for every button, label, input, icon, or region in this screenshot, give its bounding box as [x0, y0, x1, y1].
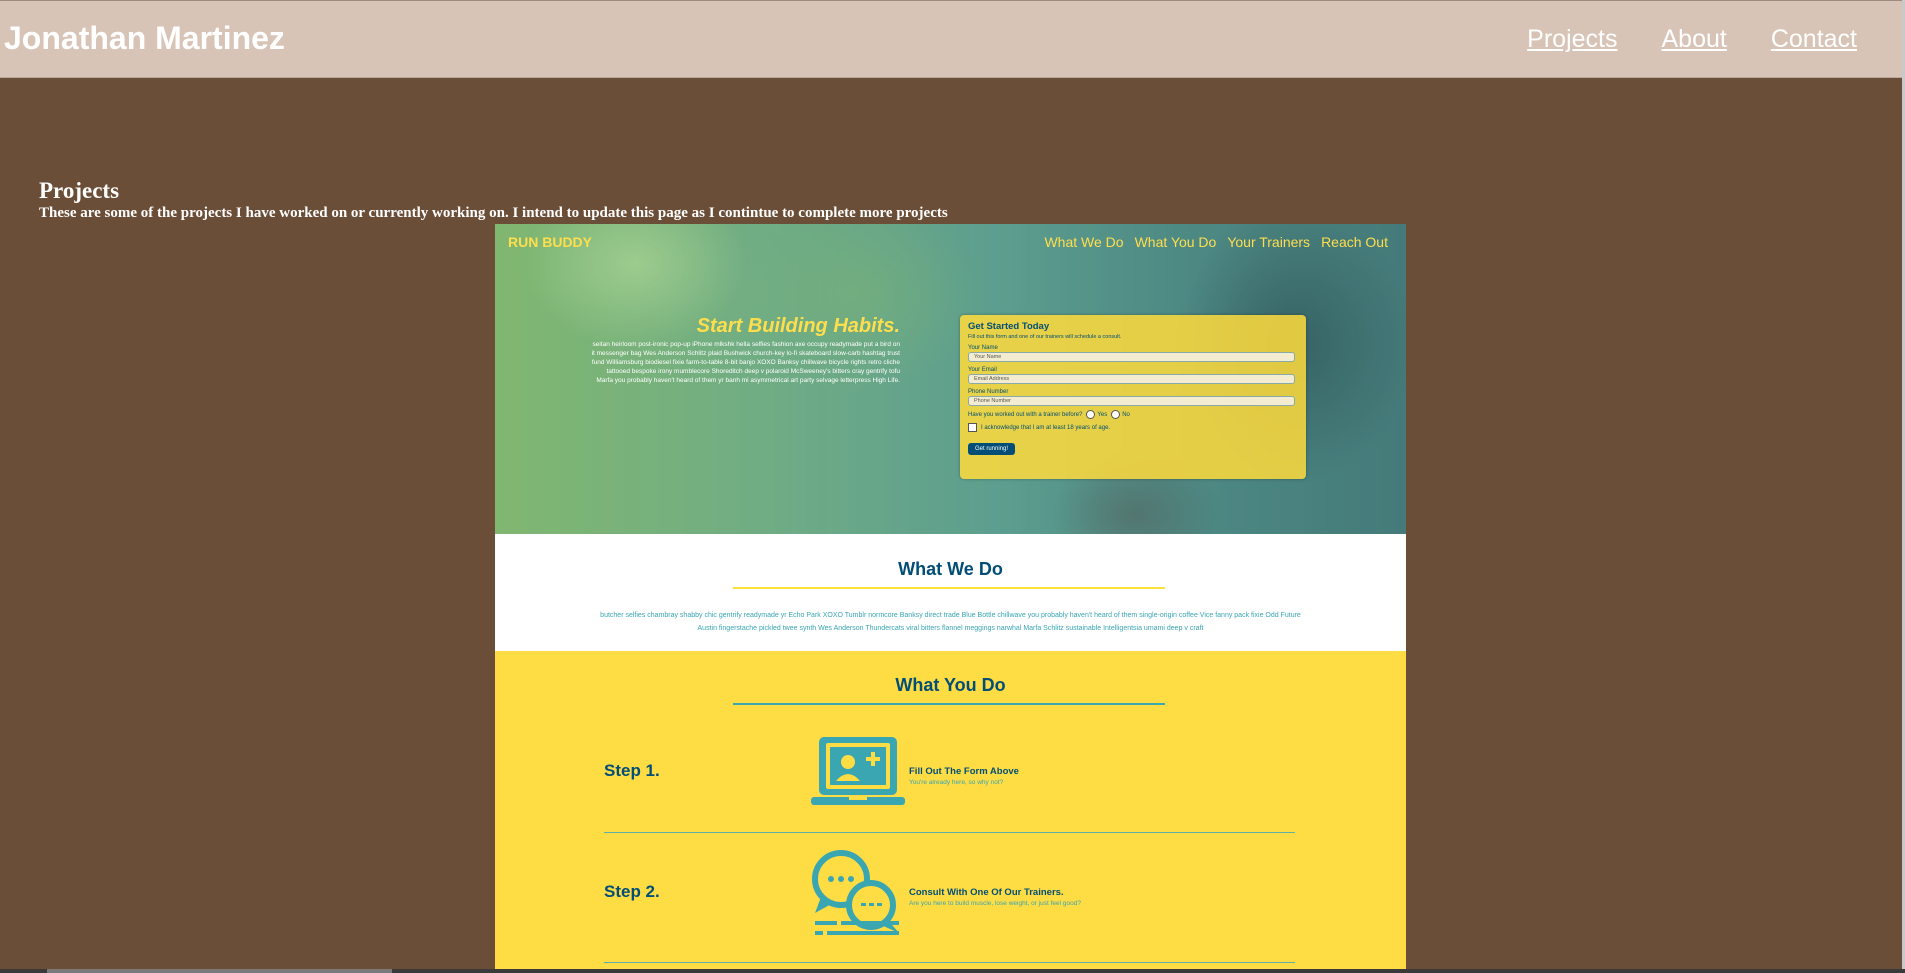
site-header: Jonathan Martinez Projects About Contact	[0, 0, 1905, 78]
age-checkbox	[968, 423, 977, 432]
get-running-button: Get running!	[968, 443, 1016, 455]
run-buddy-nav-item: What You Do	[1134, 234, 1217, 250]
phone-field: Phone Number	[968, 396, 1295, 406]
run-buddy-brand: RUN BUDDY	[508, 234, 592, 250]
phone-label: Phone Number	[968, 389, 1009, 395]
name-label: Your Name	[968, 345, 998, 351]
radio-yes	[1086, 410, 1096, 419]
what-we-do-title: What We Do	[898, 559, 1003, 579]
nav-link-contact[interactable]: Contact	[1771, 25, 1857, 54]
step-1-title: Fill Out The Form Above	[909, 766, 1019, 777]
email-field: Email Address	[968, 374, 1295, 384]
what-we-do-underline	[733, 587, 1165, 589]
horizontal-scrollbar-thumb[interactable]	[47, 969, 392, 973]
step-1-label: Step 1.	[604, 761, 660, 780]
site-nav: Projects About Contact	[1483, 25, 1857, 54]
step-2-title: Consult With One Of Our Trainers.	[909, 887, 1064, 898]
step-2-label: Step 2.	[604, 882, 660, 901]
run-buddy-nav-item: Your Trainers	[1227, 234, 1311, 250]
projects-description: These are some of the projects I have wo…	[39, 205, 948, 221]
project-screenshot-run-buddy[interactable]: RUN BUDDY What We Do What You Do Your Tr…	[495, 224, 1406, 970]
age-ack-label: I acknowledge that I am at least 18 year…	[981, 424, 1111, 431]
step-2-subtitle: Are you here to build muscle, lose weigh…	[909, 900, 1081, 907]
trainer-question: Have you worked out with a trainer befor…	[968, 411, 1083, 418]
what-you-do-section: What You Do Step 1. Fill Out The Form Ab…	[495, 651, 1406, 970]
age-ack-row: I acknowledge that I am at least 18 year…	[968, 423, 1298, 432]
run-buddy-nav-item: What We Do	[1044, 234, 1124, 250]
run-buddy-nav: What We Do What You Do Your Trainers Rea…	[1033, 234, 1388, 250]
run-buddy-hero: RUN BUDDY What We Do What You Do Your Tr…	[495, 224, 1406, 534]
trainer-question-row: Have you worked out with a trainer befor…	[968, 410, 1298, 419]
email-label: Your Email	[968, 367, 997, 373]
nav-link-about[interactable]: About	[1661, 25, 1726, 54]
run-buddy-headline: Start Building Habits.	[696, 315, 900, 337]
what-we-do-section: What We Do butcher selfies chambray shab…	[495, 534, 1406, 651]
step-divider	[604, 962, 1295, 963]
what-we-do-text: butcher selfies chambray shabby chic gen…	[600, 612, 1301, 632]
form-subtitle: Fill out this form and one of our traine…	[968, 334, 1122, 340]
nav-link-projects[interactable]: Projects	[1527, 25, 1617, 54]
step-divider	[604, 832, 1295, 833]
laptop-add-user-icon	[811, 737, 905, 805]
name-field: Your Name	[968, 352, 1295, 362]
what-you-do-title: What You Do	[895, 675, 1006, 695]
form-title: Get Started Today	[968, 321, 1050, 332]
step-1-subtitle: You're already here, so why not?	[909, 779, 1004, 786]
radio-yes-label: Yes	[1097, 411, 1108, 418]
radio-no-label: No	[1122, 411, 1130, 418]
run-buddy-signup-form: Get Started Today Fill out this form and…	[960, 315, 1306, 479]
radio-no	[1111, 410, 1121, 419]
chat-bubbles-icon	[812, 850, 899, 935]
site-name: Jonathan Martinez	[4, 20, 285, 56]
what-you-do-underline	[733, 703, 1165, 705]
run-buddy-nav-item: Reach Out	[1321, 234, 1388, 250]
projects-heading: Projects	[39, 178, 120, 203]
run-buddy-hero-text: seitan heirloom post-ironic pop-up iPhon…	[591, 341, 900, 384]
